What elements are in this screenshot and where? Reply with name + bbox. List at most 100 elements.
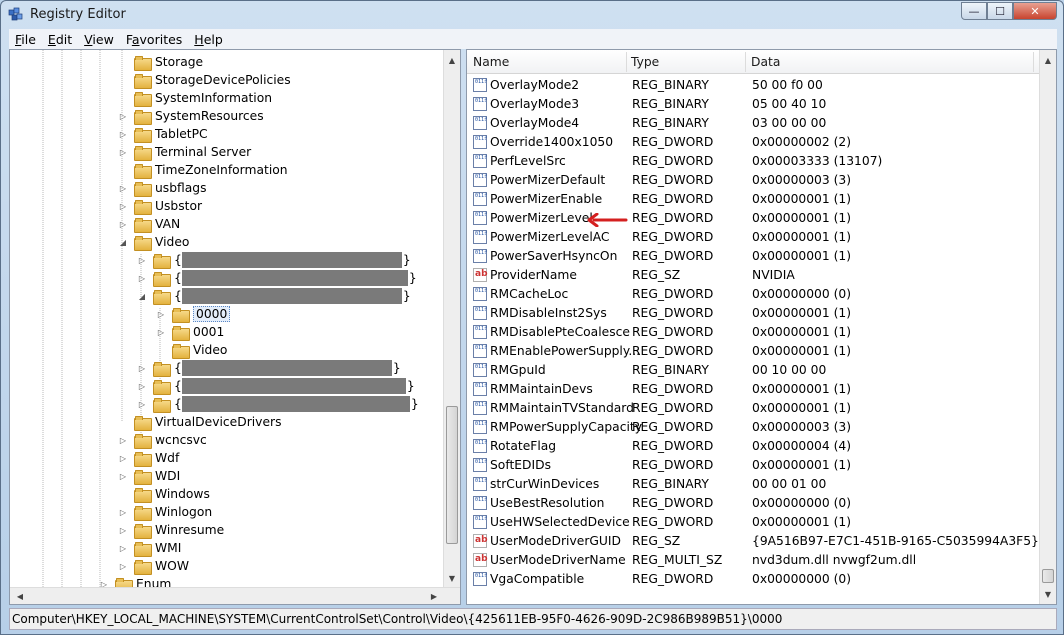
tree-item[interactable]: ▷ WOW (118, 557, 189, 575)
column-header-name[interactable]: Name (473, 55, 509, 69)
list-item[interactable]: RotateFlag REG_DWORD 0x00000004 (4) (471, 437, 1041, 456)
tree-item[interactable]: ▷ 0000 (156, 305, 231, 323)
title-bar[interactable]: Registry Editor — ☐ ✕ (1, 1, 1063, 29)
tree-item[interactable]: ▷ TabletPC (118, 125, 208, 143)
expand-arrow-icon[interactable]: ▷ (118, 147, 128, 157)
menu-edit[interactable]: Edit (42, 32, 78, 47)
tree-item[interactable]: ▷ SystemResources (118, 107, 264, 125)
list-item[interactable]: UseBestResolution REG_DWORD 0x00000000 (0) (471, 494, 1041, 513)
maximize-button[interactable]: ☐ (987, 2, 1013, 20)
list-item[interactable]: UseHWSelectedDeviceREG_DWORD 0x00000001 (… (471, 513, 1041, 532)
tree-vertical-scrollbar[interactable]: ▲ ▼ (443, 50, 460, 588)
expand-arrow-icon[interactable]: ▷ (118, 561, 128, 571)
tree-item[interactable]: ▷ Wdf (118, 449, 179, 467)
scroll-up-arrow-icon[interactable]: ▲ (1040, 52, 1056, 68)
list-item[interactable]: RMMaintainDevs REG_DWORD 0x00000001 (1) (471, 380, 1041, 399)
close-button[interactable]: ✕ (1013, 2, 1057, 20)
list-item[interactable]: RMEnablePowerSupply...REG_DWORD 0x0000000… (471, 342, 1041, 361)
tree-item[interactable]: VirtualDeviceDrivers (118, 413, 281, 431)
scroll-left-arrow-icon[interactable]: ◀ (12, 588, 28, 604)
tree-item[interactable]: ◢ {} (137, 287, 411, 305)
tree-item[interactable]: ▷ Usbstor (118, 197, 202, 215)
expand-arrow-icon[interactable]: ▷ (156, 327, 166, 337)
expand-arrow-icon[interactable]: ▷ (118, 201, 128, 211)
list-item[interactable]: UserModeDriverGUID REG_SZ {9A516B97-E7C1-4… (471, 532, 1041, 551)
column-header-type[interactable]: Type (631, 55, 659, 69)
scroll-up-arrow-icon[interactable]: ▲ (444, 52, 460, 68)
scroll-down-arrow-icon[interactable]: ▼ (1040, 586, 1056, 602)
tree-item[interactable]: ▷ {} (137, 269, 417, 287)
list-item[interactable]: UserModeDriverName REG_MULTI_SZ nvd3dum.dl… (471, 551, 1041, 570)
expand-arrow-icon[interactable]: ▷ (137, 381, 147, 391)
list-item[interactable]: Override1400x1050 REG_DWORD 0x00000002 (2) (471, 133, 1041, 152)
list-item[interactable]: RMDisablePteCoalesceREG_DWORD 0x00000001 … (471, 323, 1041, 342)
column-divider[interactable] (626, 52, 627, 72)
tree-item[interactable]: SystemInformation (118, 89, 272, 107)
scroll-down-arrow-icon[interactable]: ▼ (444, 570, 460, 586)
scroll-right-arrow-icon[interactable]: ▶ (426, 588, 442, 604)
list-item[interactable]: RMMaintainTVStandardREG_DWORD 0x00000001 … (471, 399, 1041, 418)
tree-scroll-thumb[interactable] (446, 406, 458, 544)
expand-arrow-icon[interactable]: ▷ (137, 273, 147, 283)
expand-arrow-icon[interactable]: ▷ (118, 129, 128, 139)
expand-arrow-icon[interactable]: ▷ (156, 309, 166, 319)
list-item[interactable]: RMGpuId REG_BINARY 00 10 00 00 (471, 361, 1041, 380)
list-item[interactable]: RMDisableInst2Sys REG_DWORD 0x00000001 (1) (471, 304, 1041, 323)
tree-item[interactable]: ▷ VAN (118, 215, 180, 233)
list-item[interactable]: OverlayMode3 REG_BINARY 05 00 40 10 (471, 95, 1041, 114)
tree-item[interactable]: ▷ 0001 (156, 323, 224, 341)
expand-arrow-icon[interactable]: ▷ (118, 507, 128, 517)
tree-item[interactable]: ▷ Winresume (118, 521, 224, 539)
list-item[interactable]: RMCacheLoc REG_DWORD 0x00000000 (0) (471, 285, 1041, 304)
list-item[interactable]: OverlayMode4 REG_BINARY 03 00 00 00 (471, 114, 1041, 133)
list-item[interactable]: PowerMizerLevelAC REG_DWORD 0x00000001 (1) (471, 228, 1041, 247)
expand-arrow-icon[interactable]: ▷ (118, 183, 128, 193)
tree-horizontal-scrollbar[interactable]: ◀ ▶ (10, 587, 460, 604)
expand-arrow-icon[interactable]: ▷ (118, 219, 128, 229)
tree-item[interactable]: ▷ {} (137, 359, 401, 377)
menu-view[interactable]: View (78, 32, 120, 47)
tree-item[interactable]: Windows (118, 485, 210, 503)
column-divider[interactable] (745, 52, 746, 72)
expand-arrow-icon[interactable]: ▷ (118, 525, 128, 535)
expand-arrow-icon[interactable]: ▷ (118, 111, 128, 121)
tree-item[interactable]: ▷ {} (137, 251, 411, 269)
tree-item[interactable]: ▷ WMI (118, 539, 181, 557)
list-item[interactable]: PowerMizerDefault REG_DWORD 0x00000003 (3) (471, 171, 1041, 190)
expand-arrow-icon[interactable]: ▷ (137, 363, 147, 373)
tree-item[interactable]: ◢ Video (118, 233, 189, 251)
column-divider[interactable] (1033, 52, 1034, 72)
tree-item[interactable]: ▷ Winlogon (118, 503, 212, 521)
expand-arrow-icon[interactable]: ▷ (118, 543, 128, 553)
column-header-data[interactable]: Data (751, 55, 780, 69)
list-item[interactable]: strCurWinDevices REG_BINARY 00 00 01 00 (471, 475, 1041, 494)
list-item[interactable]: ProviderName REG_SZ NVIDIA (471, 266, 1041, 285)
list-item[interactable]: PerfLevelSrc REG_DWORD 0x00003333 (13107) (471, 152, 1041, 171)
list-item[interactable]: PowerMizerEnable REG_DWORD 0x00000001 (1) (471, 190, 1041, 209)
list-item[interactable]: RMPowerSupplyCapacityREG_DWORD 0x00000003… (471, 418, 1041, 437)
tree-item[interactable]: StorageDevicePolicies (118, 71, 291, 89)
registry-key-tree[interactable]: Storage StorageDevicePolicies SystemInform… (9, 49, 461, 605)
tree-item[interactable]: ▷ wcncsvc (118, 431, 207, 449)
expand-arrow-icon[interactable]: ▷ (118, 453, 128, 463)
minimize-button[interactable]: — (961, 2, 987, 20)
tree-item[interactable]: ▷ {} (137, 377, 415, 395)
tree-item[interactable]: TimeZoneInformation (118, 161, 288, 179)
list-item[interactable]: VgaCompatible REG_DWORD 0x00000000 (0) (471, 570, 1041, 589)
expand-arrow-icon[interactable]: ▷ (118, 435, 128, 445)
menu-file[interactable]: File (9, 32, 42, 47)
list-vertical-scrollbar[interactable]: ▲ ▼ (1039, 50, 1056, 604)
tree-item[interactable]: ▷ Terminal Server (118, 143, 251, 161)
list-item[interactable]: PowerSaverHsyncOn REG_DWORD 0x00000001 (1) (471, 247, 1041, 266)
menu-favorites[interactable]: Favorites (120, 32, 188, 47)
list-scroll-thumb[interactable] (1042, 569, 1054, 583)
tree-item[interactable]: ▷ usbflags (118, 179, 207, 197)
expand-arrow-icon[interactable]: ▷ (118, 471, 128, 481)
tree-item[interactable]: ▷ {} (137, 395, 419, 413)
collapse-arrow-icon[interactable]: ◢ (137, 291, 147, 301)
collapse-arrow-icon[interactable]: ◢ (118, 237, 128, 247)
tree-item[interactable]: Video (156, 341, 227, 359)
list-item[interactable]: SoftEDIDs REG_DWORD 0x00000001 (1) (471, 456, 1041, 475)
tree-item[interactable]: ▷ WDI (118, 467, 180, 485)
list-item[interactable]: OverlayMode2 REG_BINARY 50 00 f0 00 (471, 76, 1041, 95)
